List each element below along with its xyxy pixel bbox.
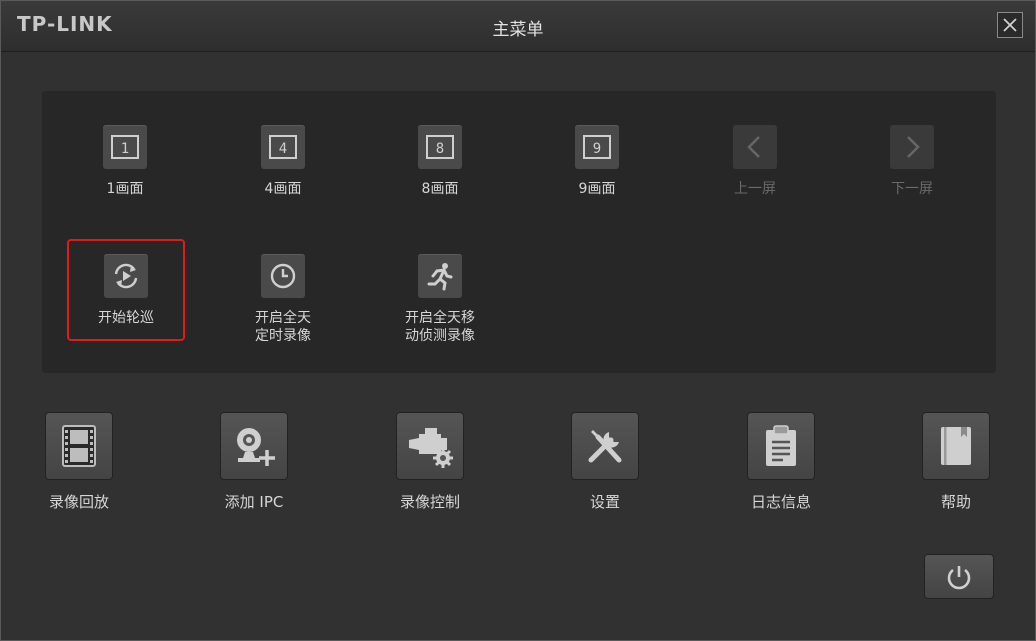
playback-label: 录像回放 xyxy=(48,493,109,511)
settings-label: 设置 xyxy=(589,493,620,511)
motion-record-label-line2: 动侦测录像 xyxy=(405,328,475,344)
help-label: 帮助 xyxy=(940,493,971,511)
prev-screen-button[interactable]: 上一屏 xyxy=(695,125,815,198)
clipboard-icon xyxy=(766,425,796,466)
layout-4-button[interactable]: 4 4画面 xyxy=(223,125,343,198)
layout-4-icon: 4 xyxy=(269,135,297,159)
record-control-label: 录像控制 xyxy=(399,493,460,511)
title-bar: TP-LINK 主菜单 xyxy=(1,1,1035,52)
layout-glyph: 9 xyxy=(593,141,601,157)
film-icon xyxy=(62,425,96,467)
prev-screen-label: 上一屏 xyxy=(734,181,776,197)
chevron-left-icon xyxy=(747,136,760,158)
layout-9-label: 9画面 xyxy=(578,181,616,197)
start-tour-button[interactable]: 开始轮巡 xyxy=(66,254,186,327)
layout-1-label: 1画面 xyxy=(106,181,144,197)
next-screen-label: 下一屏 xyxy=(891,181,933,197)
layout-glyph: 4 xyxy=(279,141,287,157)
layout-8-icon: 8 xyxy=(426,135,454,159)
settings-button[interactable]: 设置 xyxy=(550,412,660,512)
all-day-scheduled-record-button[interactable]: 开启全天 定时录像 xyxy=(223,254,343,345)
layout-1-icon: 1 xyxy=(111,135,139,159)
close-icon xyxy=(1003,18,1017,32)
layout-4-label: 4画面 xyxy=(264,181,302,197)
scheduled-record-label-line1: 开启全天 xyxy=(255,310,311,326)
chevron-right-icon xyxy=(907,136,920,158)
add-ipc-button[interactable]: 添加 IPC xyxy=(199,412,309,512)
clock-icon xyxy=(270,263,296,289)
tools-icon xyxy=(588,430,622,463)
power-button[interactable] xyxy=(924,554,994,599)
book-icon xyxy=(941,427,971,465)
all-day-motion-record-button[interactable]: 开启全天移 动侦测录像 xyxy=(380,254,500,345)
layout-glyph: 1 xyxy=(121,141,129,157)
motion-record-label-line1: 开启全天移 xyxy=(405,310,475,326)
add-camera-icon xyxy=(237,428,275,466)
layout-9-icon: 9 xyxy=(583,135,611,159)
playback-button[interactable]: 录像回放 xyxy=(24,412,134,512)
camcorder-gear-icon xyxy=(409,428,453,468)
layout-glyph: 8 xyxy=(436,141,444,157)
main-menu-window: TP-LINK 主菜单 1 1画面 4 4画面 8 8画面 9 9画面 上一屏 … xyxy=(0,0,1036,641)
record-control-button[interactable]: 录像控制 xyxy=(375,412,485,512)
close-button[interactable] xyxy=(997,12,1023,38)
next-screen-button[interactable]: 下一屏 xyxy=(852,125,972,198)
layout-8-label: 8画面 xyxy=(421,181,459,197)
start-tour-label: 开始轮巡 xyxy=(98,310,154,326)
add-ipc-label: 添加 IPC xyxy=(224,493,284,511)
window-title: 主菜单 xyxy=(492,20,544,40)
power-icon xyxy=(947,565,971,589)
layout-8-button[interactable]: 8 8画面 xyxy=(380,125,500,198)
help-button[interactable]: 帮助 xyxy=(901,412,1011,512)
layout-1-button[interactable]: 1 1画面 xyxy=(65,125,185,198)
scheduled-record-label-line2: 定时录像 xyxy=(255,328,311,344)
tour-play-icon xyxy=(114,263,138,289)
running-man-icon xyxy=(427,263,453,291)
layout-9-button[interactable]: 9 9画面 xyxy=(537,125,657,198)
log-info-label: 日志信息 xyxy=(750,493,811,511)
log-info-button[interactable]: 日志信息 xyxy=(726,412,836,512)
